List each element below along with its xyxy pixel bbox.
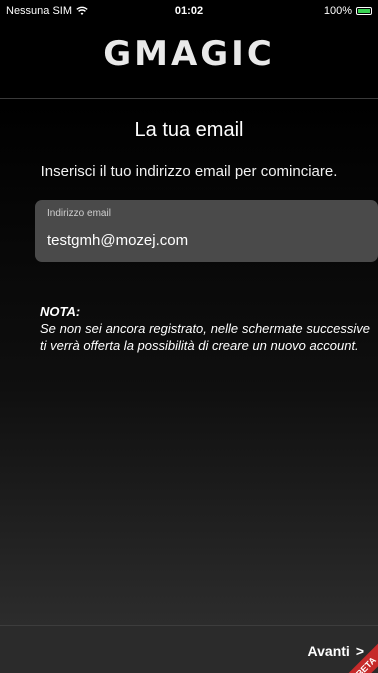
battery-indicator: 100% [324,5,372,17]
page-title: La tua email [134,119,244,141]
email-field-value[interactable]: testgmh@mozej.com [47,232,188,249]
footer-bar: Avanti > BETA [0,625,378,673]
chevron-right-icon: > [355,643,364,659]
email-field[interactable]: Indirizzo email testgmh@mozej.com [35,200,378,262]
app-screen: Nessuna SIM 01:02 100% GMAGIC La tua ema… [0,0,378,673]
app-header: GMAGIC [0,22,378,99]
note-body: Se non sei ancora registrato, nelle sche… [40,321,370,353]
next-button-label: Avanti [307,643,350,659]
battery-percent: 100% [323,5,352,17]
note-title: NOTA: [40,304,81,319]
email-field-label: Indirizzo email [47,208,111,219]
main-content: La tua email Inserisci il tuo indirizzo … [0,99,378,625]
next-button[interactable]: Avanti > [308,643,364,659]
battery-icon [356,7,372,15]
page-subtitle: Inserisci il tuo indirizzo email per com… [40,163,338,180]
info-note: NOTA: Se non sei ancora registrato, nell… [40,303,370,354]
app-logo: GMAGIC [103,34,275,74]
clock: 01:02 [174,5,204,17]
status-bar: Nessuna SIM 01:02 100% [0,0,378,22]
